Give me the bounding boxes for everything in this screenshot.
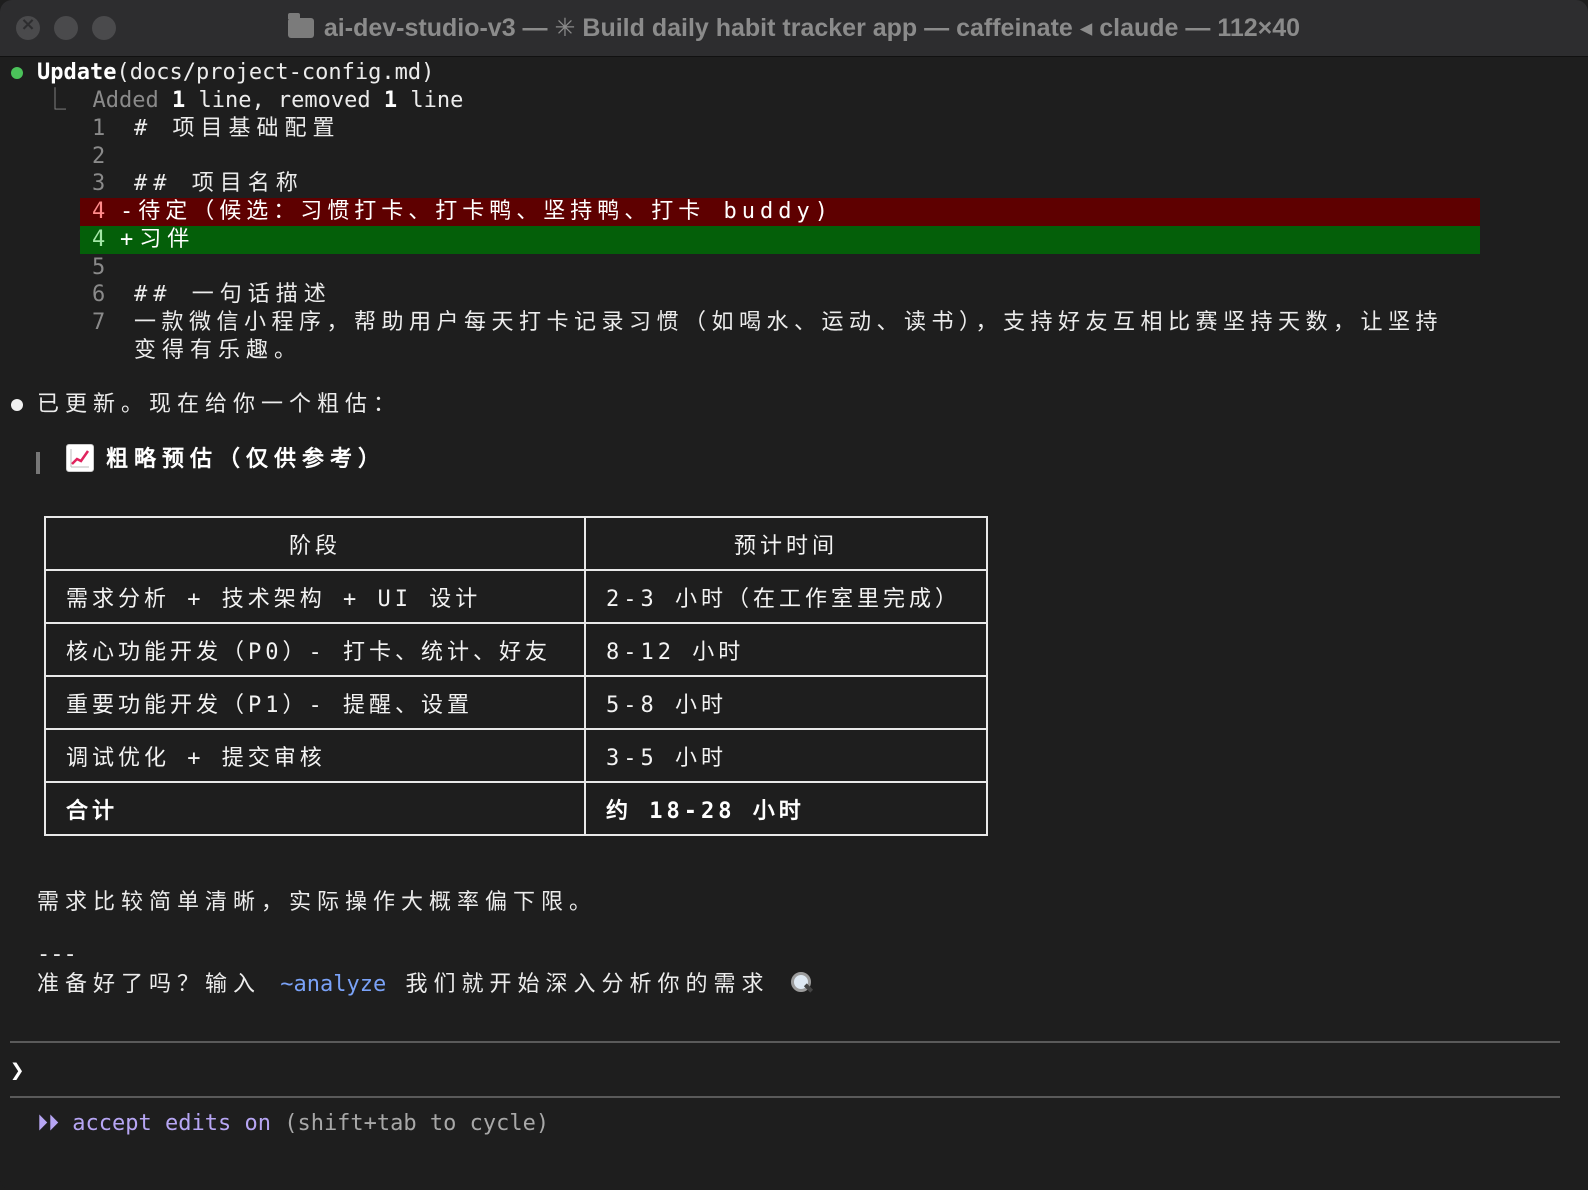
window-title-text: ai-dev-studio-v3 — ✳ Build daily habit t… — [323, 14, 1301, 42]
table-cell: 调试优化 + 提交审核 — [44, 728, 586, 783]
tool-arg: (docs/project-config.md) — [116, 60, 435, 85]
tool-summary-mid: line, removed — [185, 88, 384, 113]
title-bar: ai-dev-studio-v3 — ✳ Build daily habit t… — [0, 0, 1588, 57]
folder-icon — [287, 13, 314, 38]
input-top-border — [10, 1041, 1560, 1043]
diff-line: 6 — [92, 281, 105, 309]
table-row: 调试优化 + 提交审核 3-5 小时 — [44, 728, 988, 783]
diff-line-added: 4 — [92, 226, 105, 254]
prompt-input[interactable] — [40, 1056, 1540, 1084]
tool-summary-prefix: ⎿ Added — [44, 88, 172, 113]
table-cell: 3-5 小时 — [584, 728, 988, 783]
line-number: 7 — [92, 310, 106, 335]
estimate-heading-text: 粗略预估（仅供参考） — [106, 447, 387, 472]
prompt-symbol: ❯ — [10, 1056, 25, 1084]
table-cell: 2-3 小时（在工作室里完成） — [584, 569, 988, 624]
table-row: 需求分析 + 技术架构 + UI 设计 2-3 小时（在工作室里完成） — [44, 569, 988, 624]
line-number: 1 — [92, 116, 106, 141]
diff-line: 1 — [92, 115, 105, 143]
estimate-note: 需求比较简单清晰，实际操作大概率偏下限。 — [37, 890, 598, 915]
diff-line: 7 — [92, 309, 105, 337]
call-to-action: 准备好了吗？输入 ~analyze 我们就开始深入分析你的需求 — [37, 971, 813, 999]
mode-hint: (shift+tab to cycle) — [284, 1111, 550, 1136]
estimate-heading: 粗略预估（仅供参考） — [106, 446, 386, 474]
line-number: 4 — [92, 199, 106, 224]
table-row: 核心功能开发（P0）- 打卡、统计、好友 8-12 小时 — [44, 622, 988, 677]
line-number: 2 — [92, 144, 106, 169]
diff-line-removed-text: -待定（候选：习惯打卡、打卡鸭、坚持鸭、打卡 buddy) — [120, 199, 833, 224]
diff-line-removed: 4 — [92, 198, 105, 226]
blockquote-bar — [36, 452, 40, 474]
diff-line-text: # 项目基础配置 — [134, 116, 341, 141]
line-number: 5 — [92, 255, 106, 280]
tool-summary-suffix: line — [397, 88, 464, 113]
line-number: 4 — [92, 227, 106, 252]
diff-line-text: ## 项目名称 — [134, 171, 304, 196]
diff-line: 5 — [92, 254, 105, 282]
chart-increasing-icon — [66, 444, 94, 472]
cta-suffix: 我们就开始深入分析你的需求 — [386, 972, 789, 997]
diff-line-added-text: +习伴 — [120, 227, 196, 252]
message-bullet — [11, 399, 23, 411]
table-total-value: 约 18-28 小时 — [584, 781, 988, 836]
table-header: 预计时间 — [584, 516, 988, 571]
table-cell: 需求分析 + 技术架构 + UI 设计 — [44, 569, 586, 624]
diff-line: 3 — [92, 170, 105, 198]
estimate-table: 阶段 预计时间 需求分析 + 技术架构 + UI 设计 2-3 小时（在工作室里… — [44, 516, 988, 836]
input-prompt: ❯ — [10, 1056, 24, 1084]
message-intro: 已更新。现在给你一个粗估： — [37, 392, 402, 417]
diff-added-highlight — [80, 226, 1480, 254]
table-header-row: 阶段 预计时间 — [44, 516, 988, 571]
mode-label: accept edits on — [72, 1111, 271, 1136]
markdown-separator: --- — [37, 942, 77, 967]
cta-prefix: 准备好了吗？输入 — [37, 972, 281, 997]
table-cell: 重要功能开发（P1）- 提醒、设置 — [44, 675, 586, 730]
tool-summary: ⎿ Added 1 line, removed 1 line — [44, 87, 463, 115]
input-bottom-border — [10, 1096, 1560, 1098]
table-cell: 核心功能开发（P0）- 打卡、统计、好友 — [44, 622, 586, 677]
fast-forward-icon: ⏵⏵ — [37, 1111, 60, 1136]
tool-status-dot — [11, 67, 23, 79]
magnifying-glass-icon — [789, 971, 813, 995]
table-header: 阶段 — [44, 516, 586, 571]
diff-line: 2 — [92, 143, 105, 171]
table-total-label: 合计 — [44, 781, 586, 836]
added-count: 1 — [171, 88, 186, 113]
tool-call-line: Update(docs/project-config.md) — [37, 59, 434, 87]
tool-name: Update — [37, 60, 117, 85]
window-title: ai-dev-studio-v3 — ✳ Build daily habit t… — [0, 13, 1588, 43]
mode-status[interactable]: ⏵⏵ accept edits on (shift+tab to cycle) — [37, 1110, 549, 1138]
table-cell: 8-12 小时 — [584, 622, 988, 677]
table-total-row: 合计 约 18-28 小时 — [44, 781, 988, 836]
cta-command: ~analyze — [280, 972, 387, 997]
table-row: 重要功能开发（P1）- 提醒、设置 5-8 小时 — [44, 675, 988, 730]
diff-line-text: 一款微信小程序，帮助用户每天打卡记录习惯（如喝水、运动、读书），支持好友互相比赛… — [134, 310, 1444, 335]
terminal-window: ai-dev-studio-v3 — ✳ Build daily habit t… — [0, 0, 1588, 1190]
line-number: 6 — [92, 282, 106, 307]
removed-count: 1 — [383, 88, 398, 113]
diff-line-text: ## 一句话描述 — [134, 282, 332, 307]
table-cell: 5-8 小时 — [584, 675, 988, 730]
line-number: 3 — [92, 171, 106, 196]
diff-line-text-wrap: 变得有乐趣。 — [134, 338, 303, 363]
